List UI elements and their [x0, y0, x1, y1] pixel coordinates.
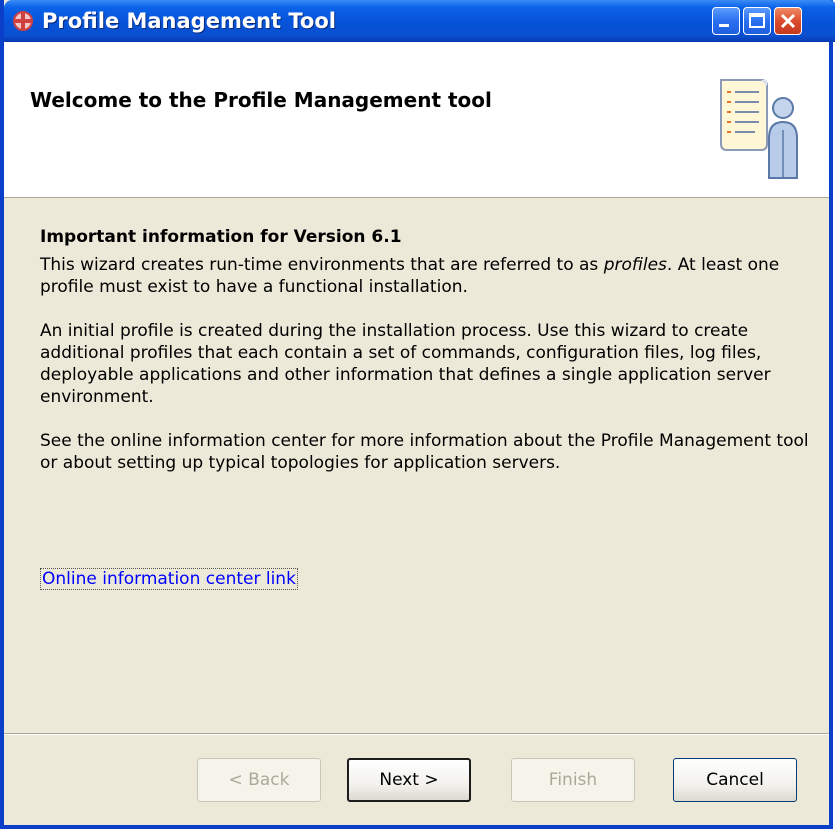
button-separator: [4, 733, 829, 735]
paragraph-info-center: See the online information center for mo…: [40, 431, 809, 473]
minimize-icon: [719, 24, 729, 27]
next-button[interactable]: Next >: [347, 758, 471, 802]
paragraph-profiles: This wizard creates run-time environment…: [40, 255, 780, 297]
back-button[interactable]: < Back: [197, 758, 321, 802]
close-icon: [780, 13, 796, 29]
document-person-icon: [720, 79, 798, 179]
maximize-button[interactable]: [743, 7, 771, 35]
content-area: Important information for Version 6.1 Th…: [40, 226, 810, 496]
wizard-banner: Welcome to the Profile Management tool: [4, 42, 829, 198]
close-button[interactable]: [774, 7, 802, 35]
paragraph-initial-profile: An initial profile is created during the…: [40, 321, 771, 407]
minimize-button[interactable]: [712, 7, 740, 35]
finish-button[interactable]: Finish: [511, 758, 635, 802]
window-title: Profile Management Tool: [42, 9, 336, 33]
maximize-icon: [749, 13, 765, 28]
banner-title: Welcome to the Profile Management tool: [30, 88, 492, 112]
title-bar[interactable]: Profile Management Tool: [4, 0, 835, 42]
info-heading: Important information for Version 6.1: [40, 227, 402, 247]
profile-management-window: Profile Management Tool Welcome to the P…: [0, 0, 835, 829]
profiles-emphasis: profiles: [603, 255, 667, 275]
app-cross-icon: [13, 11, 33, 31]
online-info-center-link[interactable]: Online information center link: [40, 568, 298, 590]
cancel-button[interactable]: Cancel: [673, 758, 797, 802]
